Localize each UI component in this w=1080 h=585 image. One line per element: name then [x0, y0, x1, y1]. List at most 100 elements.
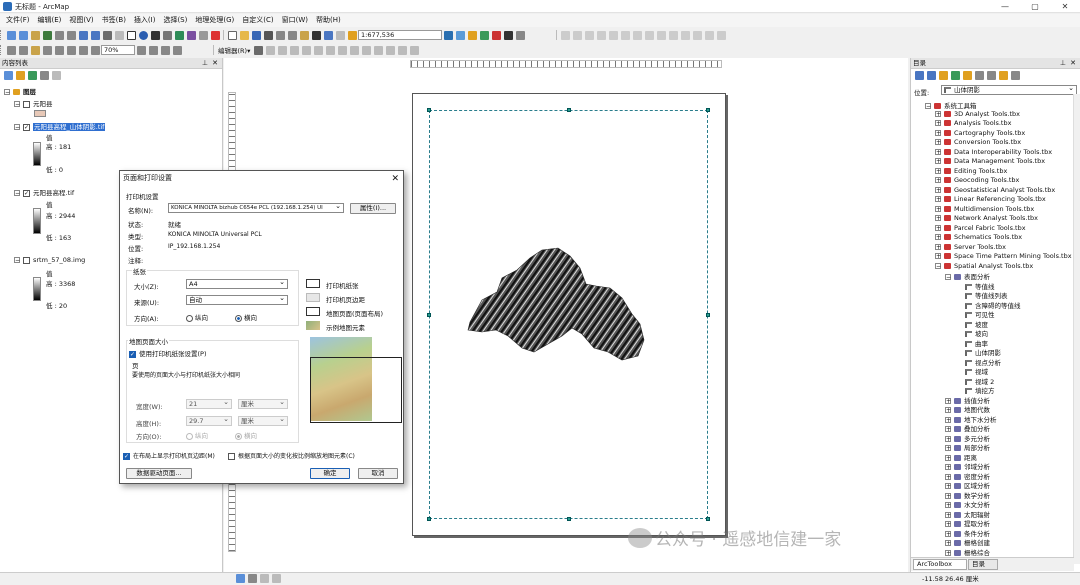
toolset-item[interactable]: + 提取分析: [945, 518, 990, 528]
use-printer-paper-option[interactable]: ✓ 使用打印机纸张设置(P): [129, 348, 207, 358]
expand-icon[interactable]: +: [945, 454, 951, 461]
collapse-icon[interactable]: −: [14, 190, 20, 197]
toolbox-item[interactable]: + Geostatistical Analyst Tools.tbx: [935, 186, 1055, 194]
layout-view-icon[interactable]: [247, 574, 257, 583]
expand-icon[interactable]: +: [945, 492, 951, 499]
edit-vertices-icon[interactable]: [325, 45, 335, 55]
expand-icon[interactable]: +: [945, 530, 951, 537]
toolset-item[interactable]: + 距离: [945, 452, 977, 462]
toolbox-item[interactable]: + Conversion Tools.tbx: [935, 138, 1021, 146]
maximize-button[interactable]: ▢: [1025, 1, 1045, 12]
toc-layer-3[interactable]: − ✓ 元阳县高程.tif: [14, 187, 74, 197]
split-icon[interactable]: [361, 45, 371, 55]
portrait-radio[interactable]: 纵向: [186, 312, 208, 322]
toc-options-icon[interactable]: [51, 71, 61, 80]
reshape-icon[interactable]: [337, 45, 347, 55]
toolbox-item[interactable]: + Analysis Tools.tbx: [935, 119, 1011, 127]
expand-icon[interactable]: +: [945, 426, 951, 433]
expand-icon[interactable]: +: [935, 177, 941, 184]
list-by-visibility-icon[interactable]: [27, 71, 37, 80]
expand-icon[interactable]: +: [945, 540, 951, 547]
list-by-drawing-order-icon[interactable]: [3, 71, 13, 80]
menu-file[interactable]: 文件(F): [6, 14, 30, 27]
use-printer-paper-checkbox[interactable]: ✓: [129, 350, 136, 358]
portrait2-radio-circle[interactable]: [186, 432, 193, 440]
width-input[interactable]: 21: [186, 398, 232, 409]
clear-selection-icon[interactable]: [114, 30, 124, 40]
editor-menu[interactable]: 编辑器(R)▾: [218, 45, 250, 55]
edit-tool-icon[interactable]: [253, 45, 263, 55]
print-icon[interactable]: [263, 30, 273, 40]
toolbox-item[interactable]: + Geocoding Tools.tbx: [935, 176, 1019, 184]
expand-icon[interactable]: +: [945, 521, 951, 528]
layers-root[interactable]: − 图层: [4, 86, 36, 96]
toggle-contents-icon[interactable]: [974, 71, 984, 80]
expand-icon[interactable]: +: [935, 158, 941, 165]
resize-handle[interactable]: [706, 517, 710, 521]
save-icon[interactable]: [251, 30, 261, 40]
expand-icon[interactable]: +: [935, 120, 941, 127]
georef-tool-4-icon[interactable]: [596, 30, 606, 40]
tool-item[interactable]: 视点分析: [965, 357, 1001, 367]
close-pane-icon[interactable]: ✕: [1070, 58, 1076, 69]
expand-icon[interactable]: +: [935, 139, 941, 146]
expand-icon[interactable]: +: [935, 129, 941, 136]
pin-icon[interactable]: ⊥: [202, 58, 208, 69]
menu-windows[interactable]: 窗口(W): [282, 14, 308, 27]
toolset-item[interactable]: + 地图代数: [945, 404, 990, 414]
create-features-icon[interactable]: [409, 45, 419, 55]
layout-zoom-select[interactable]: 70%: [101, 45, 135, 55]
delete-icon[interactable]: [311, 30, 321, 40]
hyperlink-icon[interactable]: [174, 30, 184, 40]
toolset-item[interactable]: + 太阳辐射: [945, 509, 990, 519]
georef-tool-8-icon[interactable]: [644, 30, 654, 40]
edit-annotation-icon[interactable]: [265, 45, 275, 55]
rotate-icon[interactable]: [373, 45, 383, 55]
toolset-item[interactable]: + 插值分析: [945, 395, 990, 405]
georef-tool-14-icon[interactable]: [716, 30, 726, 40]
endpoint-arc-icon[interactable]: [289, 45, 299, 55]
modelbuilder-icon[interactable]: [515, 30, 525, 40]
create-viewer-icon[interactable]: [210, 30, 220, 40]
zoom-whole-page-icon[interactable]: [42, 45, 52, 55]
scale-elements-option[interactable]: 根据页面大小的变化按比例缩放地图元素(C): [228, 451, 355, 460]
redo-icon[interactable]: [335, 30, 345, 40]
fixed-zoom-in-icon[interactable]: [54, 30, 64, 40]
toolset-item[interactable]: + 密度分析: [945, 471, 990, 481]
identify-icon[interactable]: [138, 30, 148, 40]
python-window-icon[interactable]: [503, 30, 513, 40]
attributes-icon[interactable]: [385, 45, 395, 55]
menu-help[interactable]: 帮助(H): [316, 14, 341, 27]
list-by-selection-icon[interactable]: [39, 71, 49, 80]
color-ramp[interactable]: [33, 277, 41, 301]
toolbox-item[interactable]: − Spatial Analyst Tools.tbx: [935, 262, 1033, 270]
zoom-100-icon[interactable]: [54, 45, 64, 55]
menu-insert[interactable]: 插入(I): [134, 14, 156, 27]
landscape-radio[interactable]: 横向: [235, 312, 257, 322]
height-unit-select[interactable]: 厘米: [238, 415, 288, 426]
straight-segment-icon[interactable]: [277, 45, 287, 55]
georef-tool-10-icon[interactable]: [668, 30, 678, 40]
collapse-icon[interactable]: −: [14, 124, 20, 131]
georef-tool-12-icon[interactable]: [692, 30, 702, 40]
collapse-icon[interactable]: −: [935, 262, 941, 269]
tool-item[interactable]: 等值线列表: [965, 290, 1008, 300]
resize-handle[interactable]: [427, 517, 431, 521]
toolset-item[interactable]: + 叠加分析: [945, 423, 990, 433]
expand-icon[interactable]: +: [945, 483, 951, 490]
cut-icon[interactable]: [275, 30, 285, 40]
search-window-icon[interactable]: [479, 30, 489, 40]
show-margins-option[interactable]: ✓ 在布局上显示打印机页边距(M): [123, 451, 215, 460]
layout-back-icon[interactable]: [90, 45, 100, 55]
measure-icon[interactable]: [162, 30, 172, 40]
landscape-radio-circle[interactable]: [235, 314, 242, 322]
tool-item[interactable]: 等值线: [965, 281, 995, 291]
toolset-item[interactable]: − 表面分析: [945, 271, 990, 281]
toolbox-item[interactable]: + Parcel Fabric Tools.tbx: [935, 224, 1026, 232]
expand-icon[interactable]: +: [945, 502, 951, 509]
menu-selection[interactable]: 选择(S): [163, 14, 187, 27]
table-of-contents-icon[interactable]: [455, 30, 465, 40]
toolset-item[interactable]: + 局部分析: [945, 442, 990, 452]
up-one-level-icon[interactable]: [938, 71, 948, 80]
expand-icon[interactable]: +: [935, 148, 941, 155]
